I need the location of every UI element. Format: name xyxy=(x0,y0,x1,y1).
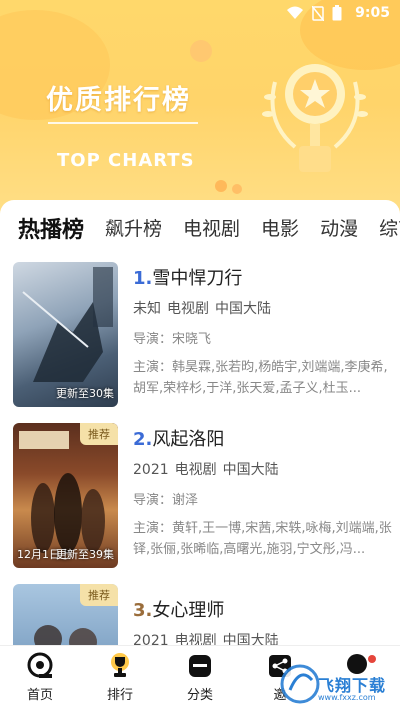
tab-hot[interactable]: 热播榜 xyxy=(18,212,84,244)
recommend-badge: 推荐 xyxy=(80,584,118,606)
item-info: 2.风起洛阳 2021 电视剧 中国大陆 导演：谢泽 主演：黄轩,王一博,宋茜,宋轶… xyxy=(133,423,393,560)
tab-anime[interactable]: 动漫 xyxy=(320,214,358,244)
decor-dot xyxy=(190,40,212,62)
item-info: 1.雪中悍刀行 未知 电视剧 中国大陆 导演：宋晓飞 主演：韩昊霖,张若昀,杨皓宇,… xyxy=(133,262,393,399)
episode-status: 更新至39集 xyxy=(56,548,114,561)
nav-home[interactable]: 首页 xyxy=(0,652,80,703)
trophy-icon xyxy=(111,653,129,677)
director: 导演：宋晓飞 xyxy=(133,332,212,347)
category-tabs: 热播榜 飙升榜 电视剧 电影 动漫 综艺 xyxy=(18,214,400,244)
region: 中国大陆 xyxy=(222,462,279,478)
item-meta: 2021 电视剧 中国大陆 xyxy=(133,630,393,646)
watermark-url: www.fxxz.com xyxy=(318,693,376,702)
list-item[interactable]: 更新至30集 1.雪中悍刀行 未知 电视剧 中国大陆 导演：宋晓飞 主演：韩昊霖,张… xyxy=(13,262,393,412)
rank-number: 3. xyxy=(133,600,153,621)
year: 未知 xyxy=(133,301,161,317)
category-icon xyxy=(189,655,211,677)
decor-dot xyxy=(232,184,242,194)
year: 2021 xyxy=(133,462,169,478)
tab-rising[interactable]: 飙升榜 xyxy=(105,214,162,244)
tab-variety[interactable]: 综艺 xyxy=(379,214,400,244)
nav-label: 分类 xyxy=(186,688,213,703)
nav-label: 排行 xyxy=(106,688,133,703)
banner-subtitle: TOP CHARTS xyxy=(57,150,195,171)
item-title[interactable]: 1.雪中悍刀行 xyxy=(133,264,393,290)
item-meta: 2021 电视剧 中国大陆 xyxy=(133,459,393,479)
cast: 主演：黄轩,王一博,宋茜,宋轶,咏梅,刘端端,张铎,张俪,张晞临,高曙光,施羽,… xyxy=(133,521,392,557)
poster[interactable]: 推荐 12月1日上 更新至39集 xyxy=(13,423,118,568)
rank-number: 1. xyxy=(133,268,153,289)
top-charts-banner: 9:05 优质排行榜 TOP CHARTS xyxy=(0,0,400,230)
trophy-icon xyxy=(262,64,368,172)
home-icon xyxy=(27,652,53,678)
item-title[interactable]: 2.风起洛阳 xyxy=(133,425,393,451)
status-time: 9:05 xyxy=(355,5,390,21)
rank-number: 2. xyxy=(133,429,153,450)
title-text: 风起洛阳 xyxy=(152,429,225,450)
tab-movie[interactable]: 电影 xyxy=(261,214,299,244)
list-item[interactable]: 推荐 3.女心理师 2021 电视剧 中国大陆 xyxy=(13,584,393,646)
no-sim-icon xyxy=(312,5,324,21)
cast: 主演：韩昊霖,张若昀,杨皓宇,刘端端,李庚希,胡军,荣梓杉,于洋,张天爱,孟子义… xyxy=(133,360,388,396)
wifi-icon xyxy=(287,6,303,19)
director: 导演：谢泽 xyxy=(133,493,199,508)
poster[interactable]: 更新至30集 xyxy=(13,262,118,407)
poster[interactable]: 推荐 xyxy=(13,584,118,646)
nav-ranking[interactable]: 排行 xyxy=(80,652,160,703)
item-info: 3.女心理师 2021 电视剧 中国大陆 xyxy=(133,584,393,646)
item-meta: 未知 电视剧 中国大陆 xyxy=(133,298,393,318)
title-text: 雪中悍刀行 xyxy=(152,268,243,289)
nav-label: 首页 xyxy=(26,688,53,703)
genre: 电视剧 xyxy=(174,462,217,478)
item-title[interactable]: 3.女心理师 xyxy=(133,596,393,622)
list-item[interactable]: 推荐 12月1日上 更新至39集 2.风起洛阳 2021 电视剧 中国大陆 导演：谢… xyxy=(13,423,393,573)
recommend-badge: 推荐 xyxy=(80,423,118,445)
banner-title: 优质排行榜 xyxy=(46,85,191,116)
region: 中国大陆 xyxy=(215,301,271,317)
tab-tv[interactable]: 电视剧 xyxy=(183,214,240,244)
status-bar: 9:05 xyxy=(0,0,400,28)
battery-icon xyxy=(332,5,342,21)
status-icons xyxy=(286,5,342,21)
title-text: 女心理师 xyxy=(152,600,225,621)
decor-dot xyxy=(215,180,227,192)
genre: 电视剧 xyxy=(167,301,209,317)
nav-category[interactable]: 分类 xyxy=(160,652,240,703)
banner-divider xyxy=(48,122,198,124)
episode-status: 更新至30集 xyxy=(56,387,114,400)
